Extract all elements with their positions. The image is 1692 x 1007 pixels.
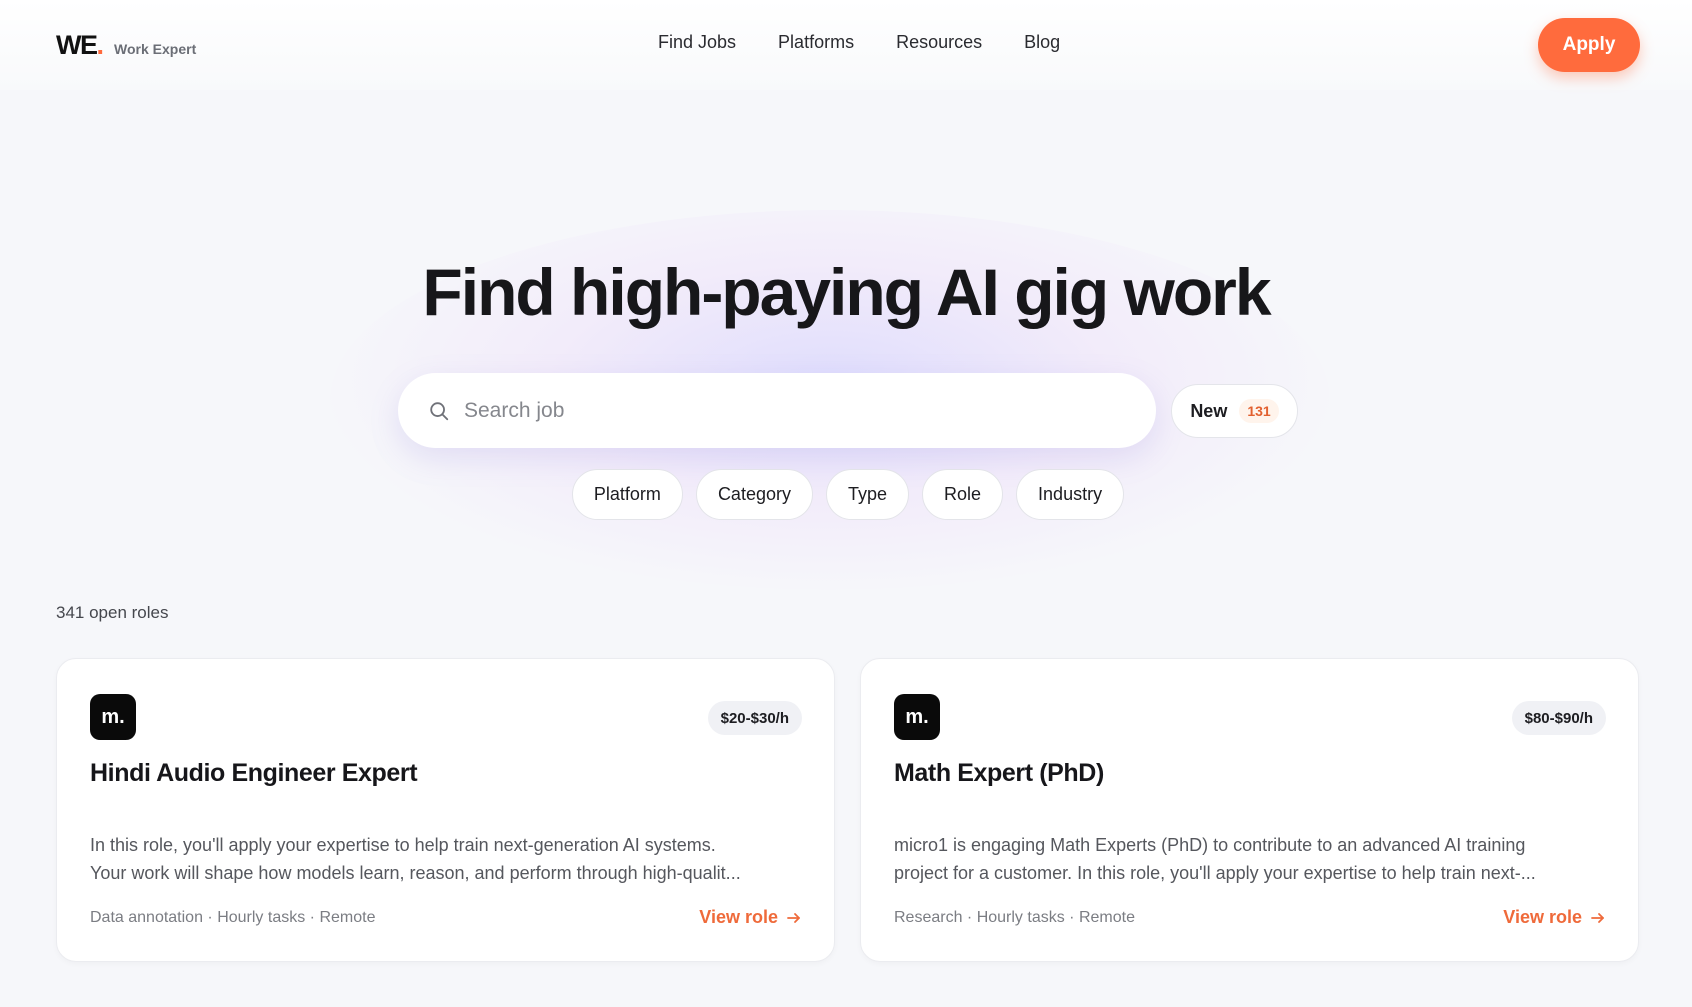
hero-title: Find high-paying AI gig work — [422, 255, 1271, 329]
job-card[interactable]: m. $20-$30/h Hindi Audio Engineer Expert… — [56, 658, 835, 962]
job-meta: Data annotation · Hourly tasks · Remote — [90, 909, 376, 926]
apply-button[interactable]: Apply — [1538, 18, 1640, 72]
pay-badge: $80-$90/h — [1511, 701, 1606, 735]
company-logo: m. — [90, 694, 136, 740]
filter-bar: Platform Category Type Role Industry — [0, 469, 1692, 520]
filter-role[interactable]: Role — [922, 469, 1004, 520]
job-description: micro1 is engaging Math Experts (PhD) to… — [894, 831, 1609, 887]
logo-mark: WE — [56, 30, 98, 60]
main-nav: Find Jobs Platforms Resources Blog — [658, 32, 1060, 53]
job-title[interactable]: Hindi Audio Engineer Expert — [90, 759, 418, 788]
job-meta: Research · Hourly tasks · Remote — [894, 909, 1135, 926]
view-role-label: View role — [1503, 907, 1582, 927]
top-bar: WE. Work Expert Find Jobs Platforms Reso… — [0, 0, 1692, 90]
job-title[interactable]: Math Expert (PhD) — [894, 759, 1104, 788]
search-box[interactable] — [398, 373, 1156, 448]
company-logo: m. — [894, 694, 940, 740]
filter-type[interactable]: Type — [825, 469, 910, 520]
search-input[interactable] — [464, 398, 1064, 423]
job-description: In this role, you'll apply your expertis… — [90, 831, 805, 887]
new-jobs-pill[interactable]: New 131 — [1171, 384, 1298, 438]
job-description-line: micro1 is engaging Math Experts (PhD) to… — [894, 835, 1526, 855]
new-label: New — [1190, 400, 1228, 421]
job-card[interactable]: m. $80-$90/h Math Expert (PhD) micro1 is… — [860, 658, 1639, 962]
filter-category[interactable]: Category — [695, 469, 813, 520]
arrow-right-icon — [787, 912, 800, 923]
job-description-line: In this role, you'll apply your expertis… — [90, 835, 716, 855]
pay-badge: $20-$30/h — [707, 701, 802, 735]
nav-blog[interactable]: Blog — [1024, 32, 1060, 53]
nav-resources[interactable]: Resources — [896, 32, 982, 53]
logo-subtitle: Work Expert — [114, 41, 197, 57]
view-role-link[interactable]: View role — [699, 907, 802, 928]
filter-platform[interactable]: Platform — [571, 469, 683, 520]
view-role-link[interactable]: View role — [1503, 907, 1606, 928]
open-roles-count: 341 open roles — [56, 603, 169, 622]
nav-platforms[interactable]: Platforms — [778, 32, 854, 53]
search-icon — [430, 401, 449, 420]
new-count-badge: 131 — [1239, 399, 1279, 423]
arrow-right-icon — [1591, 912, 1604, 923]
nav-find-jobs[interactable]: Find Jobs — [658, 32, 736, 53]
job-description-line: project for a customer. In this role, yo… — [894, 863, 1536, 883]
logo[interactable]: WE. Work Expert — [56, 30, 196, 61]
filter-industry[interactable]: Industry — [1016, 469, 1125, 520]
view-role-label: View role — [699, 907, 778, 927]
logo-dot: . — [96, 30, 105, 60]
job-description-line: Your work will shape how models learn, r… — [90, 863, 741, 883]
